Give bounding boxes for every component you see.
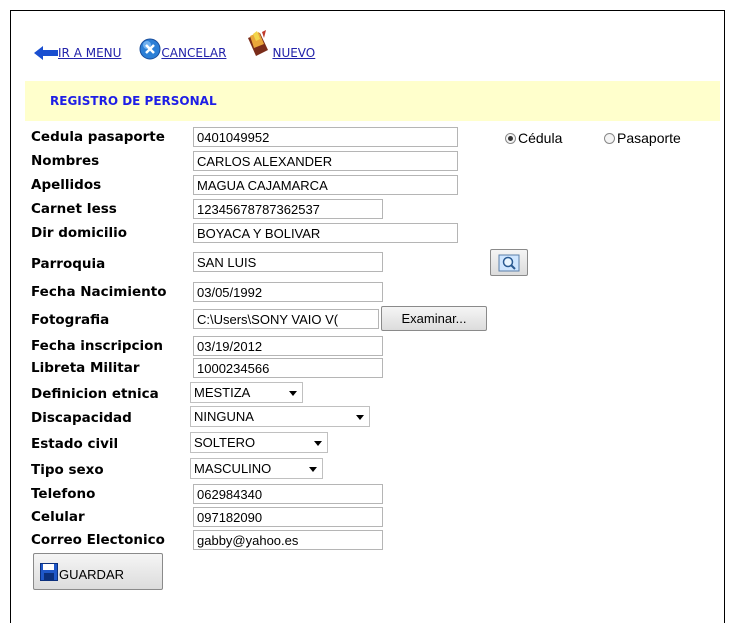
parroquia-input[interactable]: SAN LUIS bbox=[193, 252, 383, 272]
nombres-input[interactable]: CARLOS ALEXANDER bbox=[193, 151, 458, 171]
etnica-select-value: MESTIZA bbox=[194, 385, 251, 400]
cancel-link[interactable]: CANCELAR bbox=[139, 38, 226, 60]
header-band: REGISTRO DE PERSONAL bbox=[25, 81, 720, 121]
nombres-label: Nombres bbox=[31, 153, 100, 169]
celular-label: Celular bbox=[31, 509, 85, 525]
page-title: REGISTRO DE PERSONAL bbox=[50, 94, 217, 108]
radio-cedula[interactable]: Cédula bbox=[505, 130, 562, 146]
new-document-icon bbox=[248, 30, 269, 56]
telefono-label: Telefono bbox=[31, 486, 96, 502]
carnet-input[interactable]: 12345678787362537 bbox=[193, 199, 383, 219]
estado-civil-select-value: SOLTERO bbox=[194, 435, 256, 450]
radio-cedula-dot[interactable] bbox=[505, 132, 516, 144]
new-link-label: NUEVO bbox=[272, 46, 316, 60]
dir-label: Dir domicilio bbox=[31, 225, 127, 241]
discapacidad-select-value: NINGUNA bbox=[194, 409, 254, 424]
celular-input[interactable]: 097182090 bbox=[193, 507, 383, 527]
cedula-input[interactable]: 0401049952 bbox=[193, 127, 458, 147]
apellidos-label: Apellidos bbox=[31, 177, 102, 193]
discapacidad-select[interactable]: NINGUNA bbox=[190, 406, 370, 427]
menu-link[interactable]: IR A MENU bbox=[34, 46, 121, 60]
chevron-down-icon bbox=[314, 441, 322, 446]
parroquia-label: Parroquia bbox=[31, 256, 106, 272]
dir-input[interactable]: BOYACA Y BOLIVAR bbox=[193, 223, 458, 243]
tipo-sexo-select-value: MASCULINO bbox=[194, 461, 272, 476]
chevron-down-icon bbox=[289, 391, 297, 396]
fotografia-input[interactable]: C:\Users\SONY VAIO V( bbox=[193, 309, 379, 329]
radio-pasaporte-dot[interactable] bbox=[604, 132, 615, 144]
arrow-left-icon bbox=[34, 46, 58, 60]
cedula-label: Cedula pasaporte bbox=[31, 129, 165, 145]
save-button-label: GUARDAR bbox=[59, 566, 125, 582]
carnet-label: Carnet Iess bbox=[31, 201, 117, 217]
telefono-input[interactable]: 062984340 bbox=[193, 484, 383, 504]
radio-pasaporte[interactable]: Pasaporte bbox=[604, 130, 681, 146]
fotografia-label: Fotografia bbox=[31, 312, 110, 328]
toolbar: IR A MENU CANCELAR NUEVO bbox=[34, 30, 333, 60]
estado-civil-select[interactable]: SOLTERO bbox=[190, 432, 328, 453]
libreta-input[interactable]: 1000234566 bbox=[193, 358, 383, 378]
radio-cedula-label: Cédula bbox=[518, 130, 563, 146]
fecha-nacimiento-label: Fecha Nacimiento bbox=[31, 284, 167, 300]
libreta-label: Libreta Militar bbox=[31, 360, 140, 376]
correo-input[interactable]: gabby@yahoo.es bbox=[193, 530, 383, 550]
fecha-inscripcion-input[interactable]: 03/19/2012 bbox=[193, 336, 383, 356]
tipo-sexo-label: Tipo sexo bbox=[31, 462, 104, 478]
cancel-circle-icon bbox=[139, 38, 161, 60]
fecha-inscripcion-label: Fecha inscripcion bbox=[31, 338, 163, 354]
chevron-down-icon bbox=[356, 415, 364, 420]
new-link[interactable]: NUEVO bbox=[244, 30, 315, 60]
discapacidad-label: Discapacidad bbox=[31, 410, 132, 426]
cancel-link-label: CANCELAR bbox=[161, 46, 227, 60]
save-button[interactable]: GUARDAR bbox=[33, 553, 163, 590]
menu-link-label: IR A MENU bbox=[58, 46, 122, 60]
search-button[interactable] bbox=[490, 249, 528, 276]
fecha-nacimiento-input[interactable]: 03/05/1992 bbox=[193, 282, 383, 302]
radio-pasaporte-label: Pasaporte bbox=[617, 130, 681, 146]
browse-button[interactable]: Examinar... bbox=[381, 306, 487, 331]
etnica-label: Definicion etnica bbox=[31, 386, 159, 402]
floppy-disk-icon bbox=[40, 562, 58, 581]
estado-civil-label: Estado civil bbox=[31, 436, 119, 452]
etnica-select[interactable]: MESTIZA bbox=[190, 382, 303, 403]
correo-label: Correo Electonico bbox=[31, 532, 165, 548]
chevron-down-icon bbox=[309, 467, 317, 472]
magnifier-icon bbox=[498, 254, 520, 271]
apellidos-input[interactable]: MAGUA CAJAMARCA bbox=[193, 175, 458, 195]
tipo-sexo-select[interactable]: MASCULINO bbox=[190, 458, 323, 479]
